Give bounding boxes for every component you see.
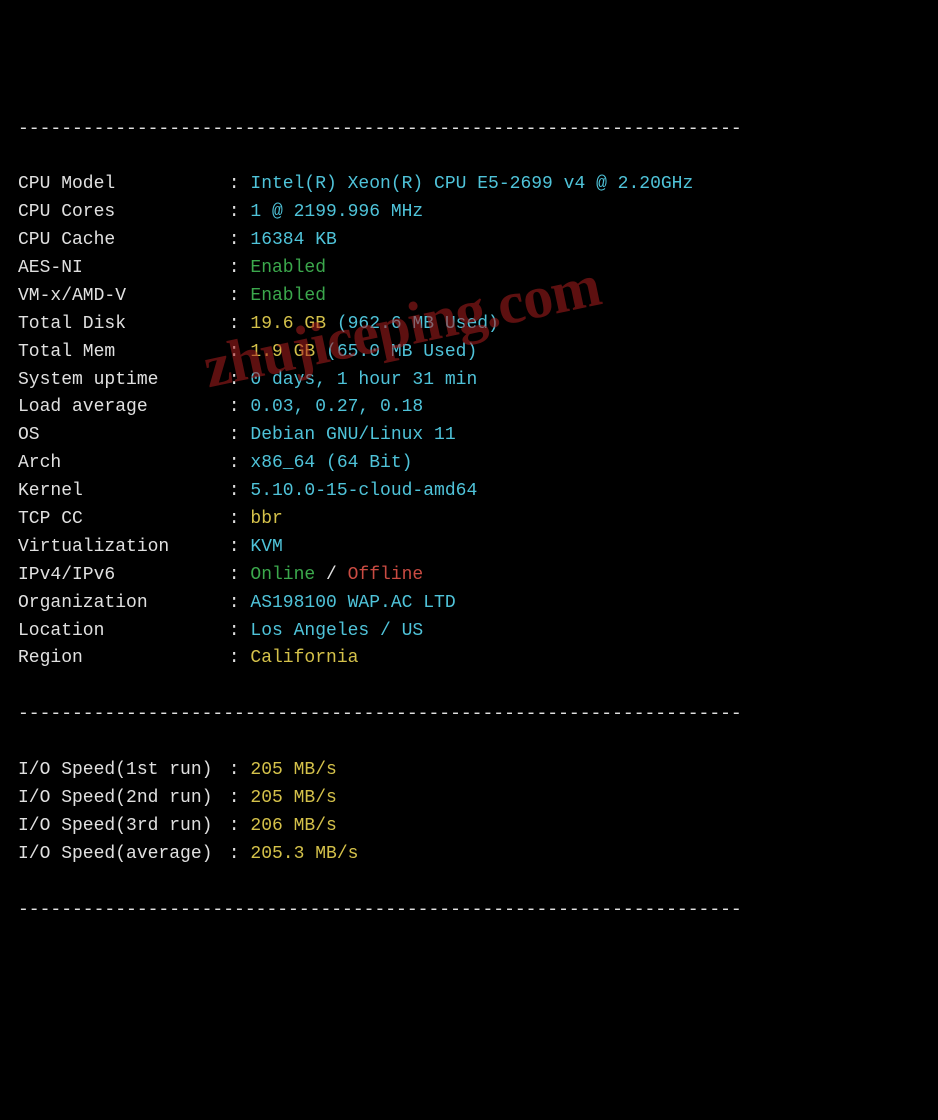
io-value: 205 MB/s [250,788,336,808]
info-row: Total Mem : 1.9 GB (65.0 MB Used) [18,339,920,367]
colon: : [218,286,250,306]
colon: : [218,258,250,278]
row-value-cyan: KVM [250,537,282,557]
colon: : [218,342,250,362]
colon: : [218,760,250,780]
colon: : [218,481,250,501]
row-label: Load average [18,394,218,422]
row-value-cyan: Los Angeles / US [250,621,423,641]
io-label: I/O Speed(2nd run) [18,785,218,813]
info-row: TCP CC : bbr [18,506,920,534]
colon: : [218,397,250,417]
system-info-section: CPU Model : Intel(R) Xeon(R) CPU E5-2699… [18,171,920,673]
row-value-yellow: 19.6 GB [250,314,336,334]
row-value-red: Offline [348,565,424,585]
colon: : [218,816,250,836]
info-row: Region : California [18,645,920,673]
colon: : [218,453,250,473]
colon: : [218,565,250,585]
info-row: CPU Cores : 1 @ 2199.996 MHz [18,199,920,227]
io-label: I/O Speed(3rd run) [18,813,218,841]
divider-mid: ----------------------------------------… [18,701,920,729]
row-value-yellow: 1.9 GB [250,342,326,362]
info-row: VM-x/AMD-V : Enabled [18,283,920,311]
io-label: I/O Speed(average) [18,841,218,869]
row-label: IPv4/IPv6 [18,562,218,590]
row-value-green: Enabled [250,286,326,306]
colon: : [218,537,250,557]
row-value-cyan: AS198100 WAP.AC LTD [250,593,455,613]
colon: : [218,425,250,445]
row-value-cyan: 1 @ 2199.996 MHz [250,202,423,222]
row-value-green: Online [250,565,315,585]
colon: : [218,370,250,390]
colon: : [218,788,250,808]
row-value-cyan: (962.6 MB Used) [337,314,499,334]
row-value-green: Enabled [250,258,326,278]
row-label: Region [18,645,218,673]
row-value-cyan: 16384 KB [250,230,336,250]
io-row: I/O Speed(1st run) : 205 MB/s [18,757,920,785]
divider-top: ----------------------------------------… [18,116,920,144]
divider-bottom: ----------------------------------------… [18,897,920,925]
io-row: I/O Speed(average) : 205.3 MB/s [18,841,920,869]
colon: : [218,230,250,250]
info-row: CPU Model : Intel(R) Xeon(R) CPU E5-2699… [18,171,920,199]
row-label: Total Mem [18,339,218,367]
io-row: I/O Speed(2nd run) : 205 MB/s [18,785,920,813]
colon: : [218,593,250,613]
info-row: Load average : 0.03, 0.27, 0.18 [18,394,920,422]
row-label: Arch [18,450,218,478]
colon: : [218,174,250,194]
colon: : [218,202,250,222]
colon: : [218,509,250,529]
row-value-cyan: 0 days, 1 hour 31 min [250,370,477,390]
info-row: OS : Debian GNU/Linux 11 [18,422,920,450]
row-label: CPU Model [18,171,218,199]
row-label: Kernel [18,478,218,506]
row-value-yellow: bbr [250,509,282,529]
row-value-cyan: 5.10.0-15-cloud-amd64 [250,481,477,501]
row-label: OS [18,422,218,450]
row-label: AES-NI [18,255,218,283]
info-row: Kernel : 5.10.0-15-cloud-amd64 [18,478,920,506]
io-value: 205.3 MB/s [250,844,358,864]
row-label: Virtualization [18,534,218,562]
colon: : [218,844,250,864]
row-value-cyan: x86_64 (64 Bit) [250,453,412,473]
row-value-cyan: Debian GNU/Linux 11 [250,425,455,445]
io-value: 205 MB/s [250,760,336,780]
info-row: System uptime : 0 days, 1 hour 31 min [18,367,920,395]
row-label: CPU Cache [18,227,218,255]
info-row: Virtualization : KVM [18,534,920,562]
row-value-yellow: California [250,648,358,668]
colon: : [218,648,250,668]
info-row: AES-NI : Enabled [18,255,920,283]
io-value: 206 MB/s [250,816,336,836]
row-label: VM-x/AMD-V [18,283,218,311]
row-value-cyan: Intel(R) Xeon(R) CPU E5-2699 v4 @ 2.20GH… [250,174,693,194]
row-label: TCP CC [18,506,218,534]
row-label: Total Disk [18,311,218,339]
io-row: I/O Speed(3rd run) : 206 MB/s [18,813,920,841]
row-label: CPU Cores [18,199,218,227]
io-label: I/O Speed(1st run) [18,757,218,785]
row-value-sep: / [315,565,347,585]
info-row: Arch : x86_64 (64 Bit) [18,450,920,478]
colon: : [218,621,250,641]
colon: : [218,314,250,334]
row-label: System uptime [18,367,218,395]
info-row: Organization : AS198100 WAP.AC LTD [18,590,920,618]
row-label: Organization [18,590,218,618]
row-value-cyan: 0.03, 0.27, 0.18 [250,397,423,417]
row-label: Location [18,618,218,646]
info-row: IPv4/IPv6 : Online / Offline [18,562,920,590]
io-speed-section: I/O Speed(1st run) : 205 MB/sI/O Speed(2… [18,757,920,869]
info-row: Total Disk : 19.6 GB (962.6 MB Used) [18,311,920,339]
row-value-cyan: (65.0 MB Used) [326,342,477,362]
info-row: CPU Cache : 16384 KB [18,227,920,255]
info-row: Location : Los Angeles / US [18,618,920,646]
